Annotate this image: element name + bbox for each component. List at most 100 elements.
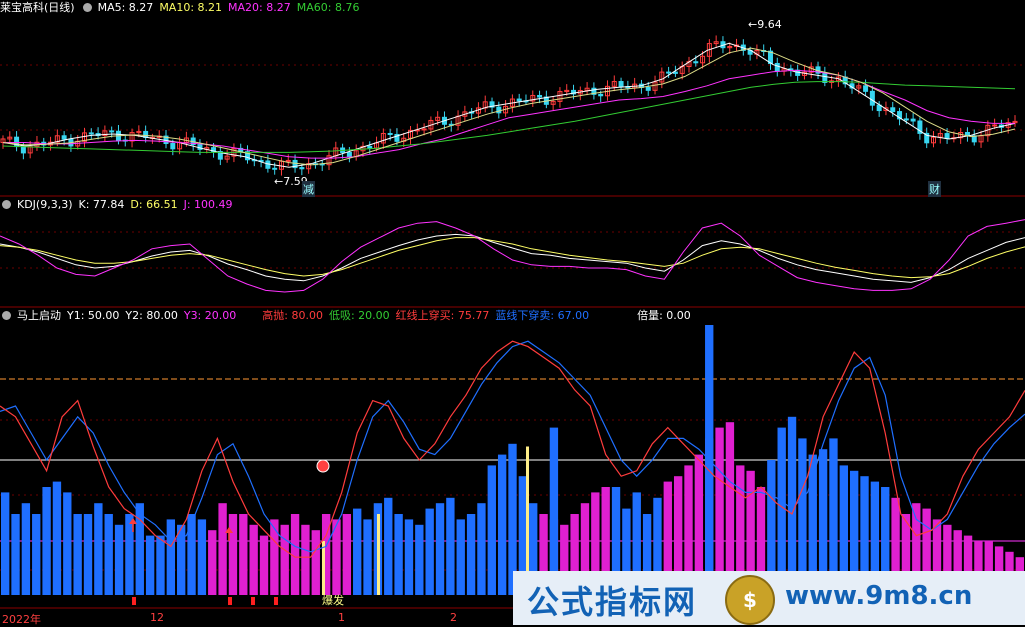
volume-bar xyxy=(145,535,155,595)
volume-bar xyxy=(342,514,352,595)
event-marker-cai[interactable]: 财 xyxy=(928,181,941,197)
candle-body xyxy=(299,167,305,170)
candle-body xyxy=(910,118,916,122)
ma60-line xyxy=(2,81,1016,153)
volume-bar xyxy=(177,524,186,595)
signal-ball-icon xyxy=(316,459,330,473)
volume-bar xyxy=(52,481,62,595)
volume-bar xyxy=(549,427,559,595)
candle-body xyxy=(774,62,780,72)
signal-tick xyxy=(132,597,136,605)
candle-body xyxy=(496,106,502,114)
volume-bar xyxy=(259,535,269,595)
d-line xyxy=(0,237,1025,279)
candle-body xyxy=(20,146,26,154)
volume-bar xyxy=(218,503,227,595)
xaxis-label: 2 xyxy=(450,611,457,624)
volume-bar xyxy=(487,465,496,595)
candle-body xyxy=(367,145,373,149)
watermark-site-name: 公式指标网 xyxy=(527,583,698,621)
candle-body xyxy=(109,130,115,133)
volume-bar xyxy=(456,519,465,595)
volume-bar xyxy=(166,519,176,595)
burst-label: 爆发 xyxy=(322,594,344,607)
candle-body xyxy=(272,167,278,170)
volume-bar xyxy=(239,514,248,595)
volume-bar xyxy=(63,492,72,595)
candle-body xyxy=(672,71,678,74)
xaxis-label: 1 xyxy=(338,611,345,624)
xaxis-label: 12 xyxy=(150,611,164,624)
volume-bar xyxy=(353,508,362,595)
volume-bar xyxy=(725,422,735,595)
volume-bar xyxy=(11,514,20,595)
volume-bar xyxy=(208,530,217,595)
volume-bar xyxy=(497,454,507,595)
signal-bar xyxy=(377,514,380,595)
candle-body xyxy=(516,98,522,102)
candle-body xyxy=(666,71,672,74)
candle-body xyxy=(944,133,950,139)
candle-body xyxy=(61,135,67,140)
candle-body xyxy=(822,72,828,83)
ma5-line xyxy=(2,42,1016,168)
volume-bar xyxy=(187,514,196,595)
volume-bar xyxy=(280,524,289,595)
volume-bar xyxy=(32,514,41,595)
candle-body xyxy=(346,151,352,158)
candle-body xyxy=(890,107,896,113)
candle-body xyxy=(537,94,543,98)
volume-bar xyxy=(270,519,279,595)
volume-bar xyxy=(363,519,372,595)
signal-tick xyxy=(228,597,232,605)
volume-bar xyxy=(1,492,10,595)
volume-bar xyxy=(94,503,103,595)
chart-canvas xyxy=(0,35,1025,609)
event-marker-jian[interactable]: 减 xyxy=(302,181,315,197)
candle-body xyxy=(645,86,651,91)
volume-bar xyxy=(21,503,31,595)
volume-bar xyxy=(425,508,434,595)
volume-bar xyxy=(777,427,786,595)
candle-body xyxy=(863,85,869,92)
candle-body xyxy=(88,132,94,135)
volume-bar xyxy=(104,514,113,595)
watermark-banner: 公式指标网 $ www.9m8.cn xyxy=(513,571,1025,625)
watermark-url: www.9m8.cn xyxy=(785,581,973,611)
volume-bar xyxy=(715,427,724,595)
volume-bar xyxy=(466,514,476,595)
ma10-line xyxy=(2,47,1016,166)
candle-body xyxy=(598,93,604,97)
volume-bar xyxy=(415,524,424,595)
candle-body xyxy=(170,143,176,150)
candle-body xyxy=(387,132,393,135)
volume-bar xyxy=(404,519,414,595)
candle-body xyxy=(992,124,998,127)
volume-bar xyxy=(435,503,445,595)
volume-bar xyxy=(446,497,455,595)
volume-bar xyxy=(197,519,207,595)
signal-tick xyxy=(274,597,278,605)
volume-bar xyxy=(394,514,403,595)
candle-body xyxy=(421,128,427,131)
volume-bar xyxy=(42,487,51,595)
high-price-label: ←9.64 xyxy=(748,18,782,31)
candle-body xyxy=(903,118,909,121)
candle-body xyxy=(869,90,875,106)
signal-bar xyxy=(322,541,325,595)
signal-tick xyxy=(251,597,255,605)
volume-bar xyxy=(477,503,486,595)
volume-bar xyxy=(228,514,238,595)
volume-bar xyxy=(384,497,393,595)
candle-body xyxy=(618,81,624,88)
volume-bar xyxy=(311,530,320,595)
candle-body xyxy=(285,159,291,162)
volume-bar xyxy=(301,524,310,595)
coin-logo-icon: $ xyxy=(725,575,775,625)
volume-bar xyxy=(249,524,258,595)
candle-body xyxy=(693,61,699,64)
volume-bar xyxy=(114,524,124,595)
volume-bar xyxy=(83,514,93,595)
volume-bar xyxy=(73,514,82,595)
volume-bar xyxy=(156,535,165,595)
